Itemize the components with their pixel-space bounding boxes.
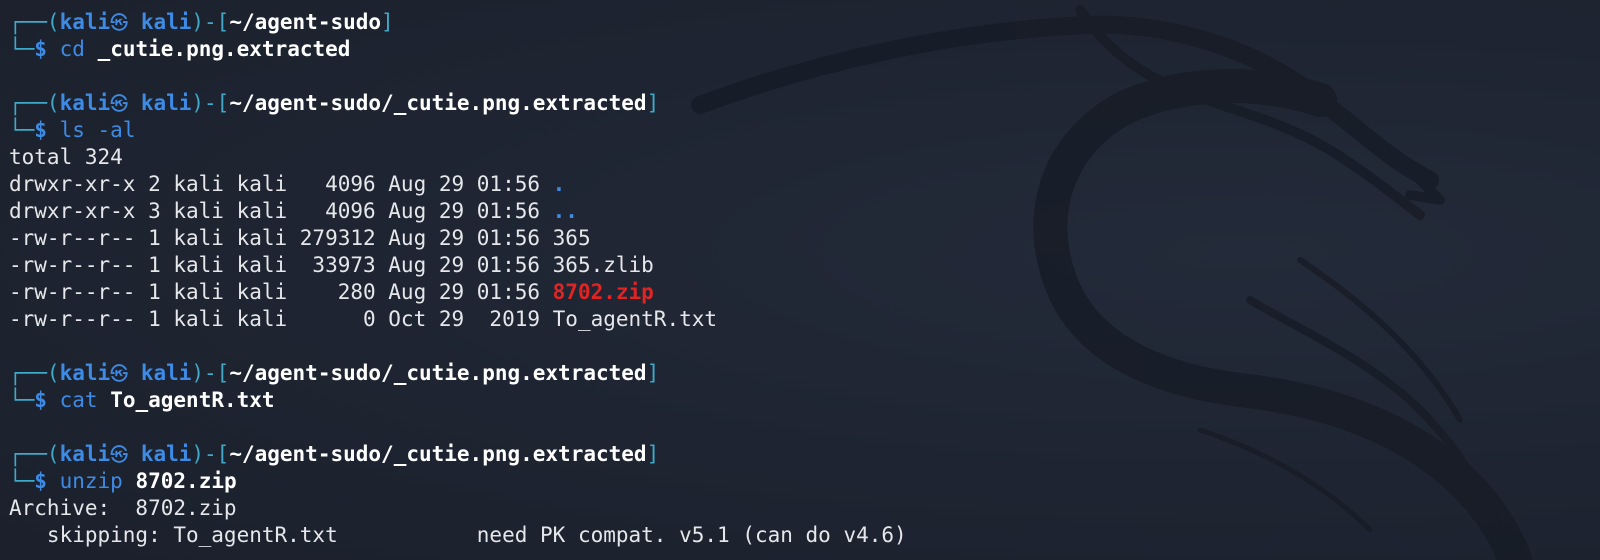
prompt-frame: ┌──( [9,442,60,466]
command-args: _cutie.png.extracted [97,37,351,61]
prompt-frame: )-[ [191,442,230,466]
prompt-cwd: ~/agent-sudo/_cutie.png.extracted [229,361,647,385]
prompt-user: kali [59,442,111,466]
command-name: unzip [59,469,123,493]
command-line[interactable]: └─$ cat To_agentR.txt [9,387,1600,414]
prompt-frame: └─ [9,37,35,61]
prompt-user: kali [59,91,111,115]
ls-entry-meta: drwxr-xr-x 2 kali kali 4096 Aug 29 01:56 [9,172,553,196]
prompt-frame: )-[ [191,361,230,385]
ls-entry-name: To_agentR.txt [552,307,718,331]
prompt-host: kali [140,442,192,466]
prompt-line: ┌──(kali㉿ kali)-[~/agent-sudo] [9,9,1600,36]
prompt-frame: └─ [9,469,35,493]
prompt-at-symbol: ㉿ [110,445,129,466]
ls-entry-name-dir: . [552,172,566,196]
ls-entry-name-archive: 8702.zip [552,280,654,304]
prompt-user: kali [59,361,111,385]
ls-entry: -rw-r--r-- 1 kali kali 0 Oct 29 2019 To_… [9,306,1600,333]
prompt-line: ┌──(kali㉿ kali)-[~/agent-sudo/_cutie.png… [9,90,1600,117]
prompt-cwd: ~/agent-sudo/_cutie.png.extracted [229,91,647,115]
ls-entry-meta: -rw-r--r-- 1 kali kali 33973 Aug 29 01:5… [9,253,553,277]
ls-entry: drwxr-xr-x 3 kali kali 4096 Aug 29 01:56… [9,198,1600,225]
prompt-dollar: $ [34,469,47,493]
prompt-frame: )-[ [191,10,230,34]
prompt-dollar: $ [34,118,47,142]
ls-entry-meta: -rw-r--r-- 1 kali kali 279312 Aug 29 01:… [9,226,553,250]
prompt-at-symbol: ㉿ [110,94,129,115]
command-name: cd [59,37,85,61]
ls-total: total 324 [9,145,123,169]
prompt-frame: └─ [9,118,35,142]
prompt-frame: ┌──( [9,91,60,115]
prompt-host: kali [140,361,192,385]
command-line[interactable]: └─$ ls -al [9,117,1600,144]
prompt-at-symbol: ㉿ [110,364,129,385]
command-name: cat [59,388,98,412]
output-line: skipping: To_agentR.txt need PK compat. … [9,523,907,547]
ls-entry-meta: -rw-r--r-- 1 kali kali 280 Aug 29 01:56 [9,280,553,304]
prompt-dollar: $ [34,388,47,412]
ls-entry: -rw-r--r-- 1 kali kali 280 Aug 29 01:56 … [9,279,1600,306]
prompt-at-symbol: ㉿ [110,13,129,34]
prompt-line: ┌──(kali㉿ kali)-[~/agent-sudo/_cutie.png… [9,441,1600,468]
prompt-frame: └─ [9,388,35,412]
prompt-frame: ┌──( [9,10,60,34]
prompt-cwd: ~/agent-sudo [229,10,382,34]
command-line[interactable]: └─$ unzip 8702.zip [9,468,1600,495]
prompt-dollar: $ [34,37,47,61]
prompt-user: kali [59,10,111,34]
prompt-frame: )-[ [191,91,230,115]
prompt-frame: ] [646,442,660,466]
prompt-frame: ] [646,361,660,385]
prompt-frame: ] [646,91,660,115]
terminal-window[interactable]: ┌──(kali㉿ kali)-[~/agent-sudo] └─$ cd _c… [0,0,1600,560]
command-name: ls -al [59,118,136,142]
prompt-line: ┌──(kali㉿ kali)-[~/agent-sudo/_cutie.png… [9,360,1600,387]
command-line[interactable]: └─$ cd _cutie.png.extracted [9,36,1600,63]
terminal-output: ┌──(kali㉿ kali)-[~/agent-sudo] └─$ cd _c… [9,9,1600,549]
ls-entry: -rw-r--r-- 1 kali kali 279312 Aug 29 01:… [9,225,1600,252]
command-args: 8702.zip [135,469,237,493]
output-line: Archive: 8702.zip [9,496,237,520]
command-args: To_agentR.txt [110,388,275,412]
ls-entry-name: 365 [552,226,591,250]
prompt-frame: ] [381,10,394,34]
ls-entry: drwxr-xr-x 2 kali kali 4096 Aug 29 01:56… [9,171,1600,198]
ls-entry-name-dir: .. [552,199,578,223]
ls-entry-meta: drwxr-xr-x 3 kali kali 4096 Aug 29 01:56 [9,199,553,223]
ls-entry-name: 365.zlib [552,253,654,277]
prompt-cwd: ~/agent-sudo/_cutie.png.extracted [229,442,647,466]
ls-entry: -rw-r--r-- 1 kali kali 33973 Aug 29 01:5… [9,252,1600,279]
prompt-host: kali [140,91,192,115]
prompt-host: kali [140,10,192,34]
prompt-frame: ┌──( [9,361,60,385]
ls-entry-meta: -rw-r--r-- 1 kali kali 0 Oct 29 2019 [9,307,553,331]
